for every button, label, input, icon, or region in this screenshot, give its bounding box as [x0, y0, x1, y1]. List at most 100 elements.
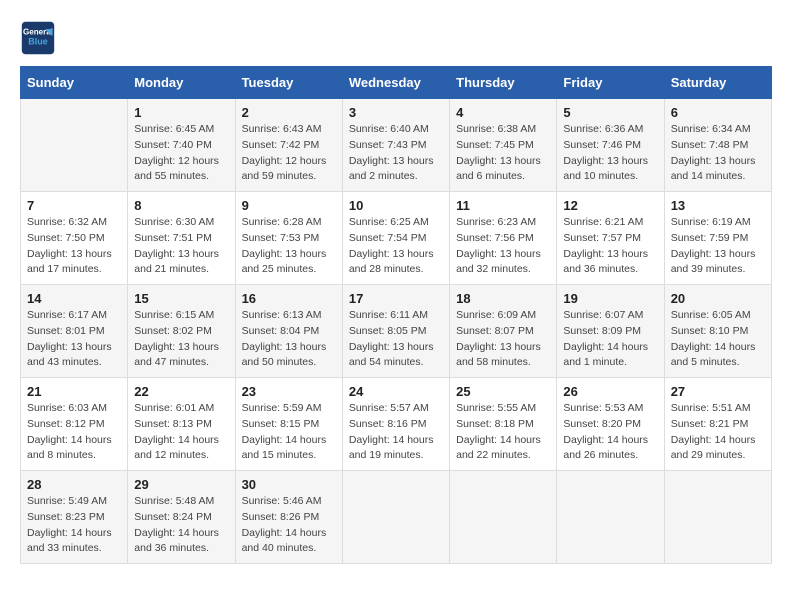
day-info: Sunrise: 6:07 AM Sunset: 8:09 PM Dayligh…	[563, 308, 657, 371]
day-info: Sunrise: 6:03 AM Sunset: 8:12 PM Dayligh…	[27, 401, 121, 464]
calendar-cell: 23 Sunrise: 5:59 AM Sunset: 8:15 PM Dayli…	[235, 378, 342, 471]
day-info: Sunrise: 5:55 AM Sunset: 8:18 PM Dayligh…	[456, 401, 550, 464]
calendar-cell	[664, 471, 771, 564]
day-info: Sunrise: 6:15 AM Sunset: 8:02 PM Dayligh…	[134, 308, 228, 371]
day-number: 21	[27, 384, 121, 399]
day-number: 6	[671, 105, 765, 120]
day-info: Sunrise: 6:19 AM Sunset: 7:59 PM Dayligh…	[671, 215, 765, 278]
calendar-cell: 20 Sunrise: 6:05 AM Sunset: 8:10 PM Dayli…	[664, 285, 771, 378]
day-number: 1	[134, 105, 228, 120]
day-info: Sunrise: 6:45 AM Sunset: 7:40 PM Dayligh…	[134, 122, 228, 185]
day-number: 25	[456, 384, 550, 399]
day-number: 2	[242, 105, 336, 120]
calendar-cell: 21 Sunrise: 6:03 AM Sunset: 8:12 PM Dayli…	[21, 378, 128, 471]
day-number: 16	[242, 291, 336, 306]
day-info: Sunrise: 6:01 AM Sunset: 8:13 PM Dayligh…	[134, 401, 228, 464]
header-day-friday: Friday	[557, 67, 664, 99]
week-row-3: 14 Sunrise: 6:17 AM Sunset: 8:01 PM Dayli…	[21, 285, 772, 378]
calendar-cell: 16Sunrise: 6:13 AM Sunset: 8:04 PM Dayli…	[235, 285, 342, 378]
calendar-body: 1 Sunrise: 6:45 AM Sunset: 7:40 PM Daylig…	[21, 99, 772, 564]
calendar-header: SundayMondayTuesdayWednesdayThursdayFrid…	[21, 67, 772, 99]
day-info: Sunrise: 6:09 AM Sunset: 8:07 PM Dayligh…	[456, 308, 550, 371]
day-info: Sunrise: 6:40 AM Sunset: 7:43 PM Dayligh…	[349, 122, 443, 185]
day-info: Sunrise: 6:43 AM Sunset: 7:42 PM Dayligh…	[242, 122, 336, 185]
day-number: 7	[27, 198, 121, 213]
day-info: Sunrise: 6:28 AM Sunset: 7:53 PM Dayligh…	[242, 215, 336, 278]
logo: General Blue	[20, 20, 62, 56]
logo-icon: General Blue	[20, 20, 56, 56]
calendar-cell: 17 Sunrise: 6:11 AM Sunset: 8:05 PM Dayli…	[342, 285, 449, 378]
calendar-cell: 24Sunrise: 5:57 AM Sunset: 8:16 PM Dayli…	[342, 378, 449, 471]
calendar-cell	[342, 471, 449, 564]
day-number: 4	[456, 105, 550, 120]
week-row-1: 1 Sunrise: 6:45 AM Sunset: 7:40 PM Daylig…	[21, 99, 772, 192]
day-number: 17	[349, 291, 443, 306]
day-info: Sunrise: 5:57 AM Sunset: 8:16 PM Dayligh…	[349, 401, 443, 464]
calendar-cell: 5 Sunrise: 6:36 AM Sunset: 7:46 PM Daylig…	[557, 99, 664, 192]
week-row-5: 28 Sunrise: 5:49 AM Sunset: 8:23 PM Dayli…	[21, 471, 772, 564]
day-number: 15	[134, 291, 228, 306]
calendar-cell: 7 Sunrise: 6:32 AM Sunset: 7:50 PM Daylig…	[21, 192, 128, 285]
calendar-cell: 4 Sunrise: 6:38 AM Sunset: 7:45 PM Daylig…	[450, 99, 557, 192]
header-row: SundayMondayTuesdayWednesdayThursdayFrid…	[21, 67, 772, 99]
day-number: 22	[134, 384, 228, 399]
day-number: 12	[563, 198, 657, 213]
calendar-cell: 27 Sunrise: 5:51 AM Sunset: 8:21 PM Dayli…	[664, 378, 771, 471]
day-info: Sunrise: 5:46 AM Sunset: 8:26 PM Dayligh…	[242, 494, 336, 557]
day-number: 28	[27, 477, 121, 492]
day-number: 23	[242, 384, 336, 399]
day-info: Sunrise: 6:38 AM Sunset: 7:45 PM Dayligh…	[456, 122, 550, 185]
calendar-cell	[450, 471, 557, 564]
calendar-cell: 18 Sunrise: 6:09 AM Sunset: 8:07 PM Dayli…	[450, 285, 557, 378]
day-info: Sunrise: 6:17 AM Sunset: 8:01 PM Dayligh…	[27, 308, 121, 371]
day-number: 8	[134, 198, 228, 213]
day-number: 13	[671, 198, 765, 213]
day-info: Sunrise: 6:05 AM Sunset: 8:10 PM Dayligh…	[671, 308, 765, 371]
calendar-cell: 30 Sunrise: 5:46 AM Sunset: 8:26 PM Dayli…	[235, 471, 342, 564]
calendar-cell	[21, 99, 128, 192]
day-info: Sunrise: 6:11 AM Sunset: 8:05 PM Dayligh…	[349, 308, 443, 371]
header-day-monday: Monday	[128, 67, 235, 99]
day-info: Sunrise: 5:53 AM Sunset: 8:20 PM Dayligh…	[563, 401, 657, 464]
header-day-wednesday: Wednesday	[342, 67, 449, 99]
calendar-cell: 29Sunrise: 5:48 AM Sunset: 8:24 PM Dayli…	[128, 471, 235, 564]
calendar-table: SundayMondayTuesdayWednesdayThursdayFrid…	[20, 66, 772, 564]
day-info: Sunrise: 6:21 AM Sunset: 7:57 PM Dayligh…	[563, 215, 657, 278]
week-row-2: 7 Sunrise: 6:32 AM Sunset: 7:50 PM Daylig…	[21, 192, 772, 285]
day-info: Sunrise: 6:25 AM Sunset: 7:54 PM Dayligh…	[349, 215, 443, 278]
day-number: 3	[349, 105, 443, 120]
calendar-cell: 26 Sunrise: 5:53 AM Sunset: 8:20 PM Dayli…	[557, 378, 664, 471]
day-info: Sunrise: 5:51 AM Sunset: 8:21 PM Dayligh…	[671, 401, 765, 464]
day-number: 20	[671, 291, 765, 306]
day-number: 14	[27, 291, 121, 306]
svg-text:Blue: Blue	[28, 36, 48, 46]
calendar-cell: 3 Sunrise: 6:40 AM Sunset: 7:43 PM Daylig…	[342, 99, 449, 192]
day-info: Sunrise: 6:23 AM Sunset: 7:56 PM Dayligh…	[456, 215, 550, 278]
day-number: 27	[671, 384, 765, 399]
day-number: 26	[563, 384, 657, 399]
calendar-cell: 10Sunrise: 6:25 AM Sunset: 7:54 PM Dayli…	[342, 192, 449, 285]
day-number: 19	[563, 291, 657, 306]
header-day-sunday: Sunday	[21, 67, 128, 99]
header-day-thursday: Thursday	[450, 67, 557, 99]
calendar-cell: 15 Sunrise: 6:15 AM Sunset: 8:02 PM Dayli…	[128, 285, 235, 378]
day-info: Sunrise: 6:34 AM Sunset: 7:48 PM Dayligh…	[671, 122, 765, 185]
day-info: Sunrise: 6:36 AM Sunset: 7:46 PM Dayligh…	[563, 122, 657, 185]
calendar-cell: 11 Sunrise: 6:23 AM Sunset: 7:56 PM Dayli…	[450, 192, 557, 285]
day-info: Sunrise: 6:32 AM Sunset: 7:50 PM Dayligh…	[27, 215, 121, 278]
day-info: Sunrise: 6:30 AM Sunset: 7:51 PM Dayligh…	[134, 215, 228, 278]
calendar-cell: 9Sunrise: 6:28 AM Sunset: 7:53 PM Daylig…	[235, 192, 342, 285]
header-day-saturday: Saturday	[664, 67, 771, 99]
calendar-cell: 2 Sunrise: 6:43 AM Sunset: 7:42 PM Daylig…	[235, 99, 342, 192]
day-info: Sunrise: 5:49 AM Sunset: 8:23 PM Dayligh…	[27, 494, 121, 557]
day-number: 11	[456, 198, 550, 213]
day-info: Sunrise: 5:48 AM Sunset: 8:24 PM Dayligh…	[134, 494, 228, 557]
header-day-tuesday: Tuesday	[235, 67, 342, 99]
calendar-cell	[557, 471, 664, 564]
day-number: 18	[456, 291, 550, 306]
calendar-cell: 1 Sunrise: 6:45 AM Sunset: 7:40 PM Daylig…	[128, 99, 235, 192]
day-number: 30	[242, 477, 336, 492]
day-info: Sunrise: 5:59 AM Sunset: 8:15 PM Dayligh…	[242, 401, 336, 464]
calendar-cell: 28 Sunrise: 5:49 AM Sunset: 8:23 PM Dayli…	[21, 471, 128, 564]
day-number: 5	[563, 105, 657, 120]
